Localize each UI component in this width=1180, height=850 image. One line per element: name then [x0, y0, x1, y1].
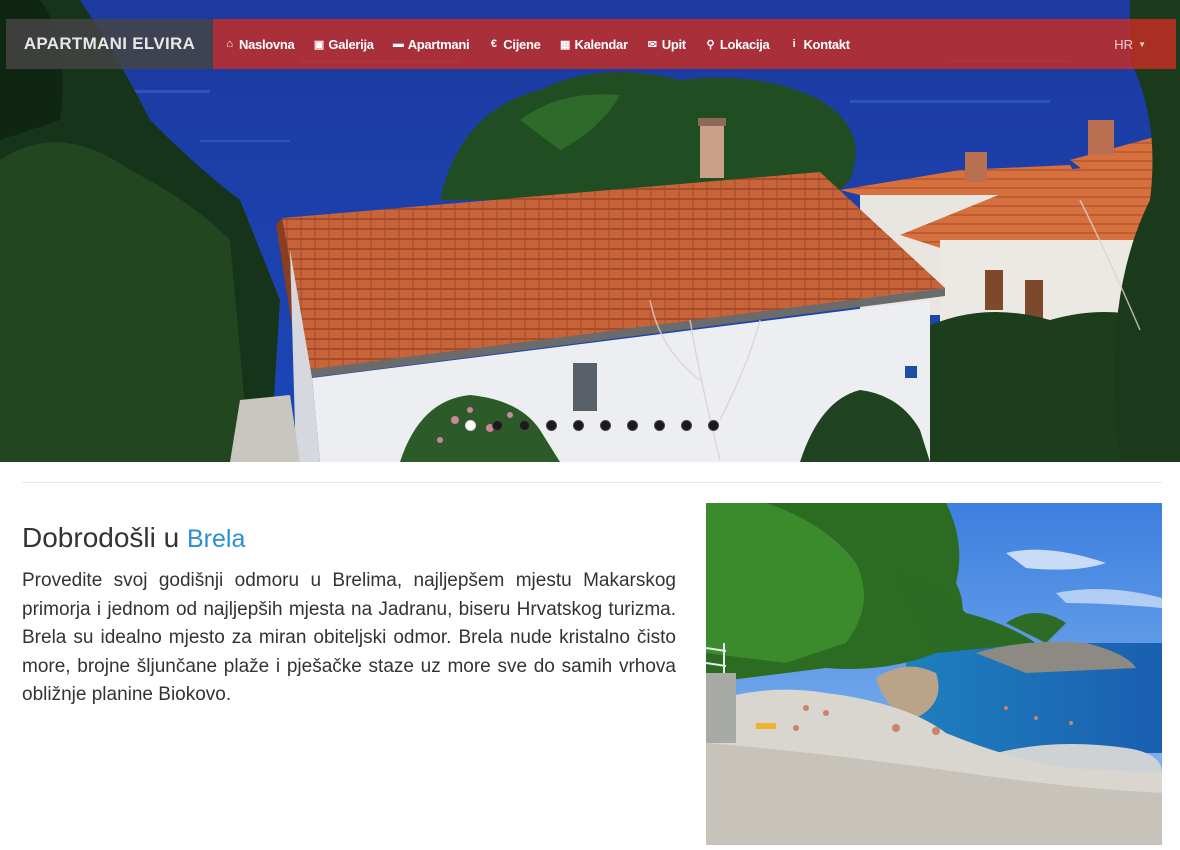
nav-item-lokacija[interactable]: ⚲ Lokacija	[704, 36, 770, 52]
welcome-heading-text: Dobrodošli u	[22, 522, 180, 553]
carousel-dot[interactable]	[573, 420, 584, 431]
carousel-dot[interactable]	[654, 420, 665, 431]
language-dropdown[interactable]: HR ▼	[1114, 19, 1146, 69]
nav-item-label: Cijene	[503, 36, 541, 52]
nav-item-naslovna[interactable]: ⌂ Naslovna	[223, 37, 294, 52]
nav-item-label: Galerija	[328, 36, 374, 52]
carousel-dot[interactable]	[708, 420, 719, 431]
carousel-dot[interactable]	[519, 420, 530, 431]
carousel-dot[interactable]	[465, 420, 476, 431]
nav-menu: ⌂ Naslovna ▣ Galerija ▬ Apartmani € Cije…	[213, 19, 1176, 69]
carousel-indicators	[465, 420, 719, 431]
hero-house-photo	[0, 0, 1180, 462]
section-divider	[22, 482, 1162, 483]
calendar-icon: ▦	[559, 38, 571, 51]
carousel-dot[interactable]	[492, 420, 503, 431]
home-icon: ⌂	[226, 38, 233, 50]
nav-item-label: Kontakt	[803, 36, 850, 52]
welcome-heading: Dobrodošli u Brela	[22, 522, 245, 554]
main-navbar: APARTMANI ELVIRA ⌂ Naslovna ▣ Galerija ▬…	[6, 19, 1176, 69]
beach-photo	[706, 503, 1162, 845]
nav-item-label: Upit	[661, 36, 686, 52]
hero-carousel[interactable]	[0, 0, 1180, 462]
carousel-dot[interactable]	[600, 420, 611, 431]
language-label: HR	[1114, 36, 1134, 52]
nav-item-kalendar[interactable]: ▦ Kalendar	[559, 37, 628, 52]
nav-item-cijene[interactable]: € Cijene	[487, 36, 541, 52]
intro-paragraph: Provedite svoj godišnji odmoru u Brelima…	[22, 570, 676, 705]
bed-icon: ▬	[392, 38, 404, 50]
image-icon: ▣	[313, 38, 324, 51]
nav-item-label: Kalendar	[574, 36, 629, 52]
carousel-dot[interactable]	[546, 420, 557, 431]
carousel-dot[interactable]	[681, 420, 692, 431]
nav-item-galerija[interactable]: ▣ Galerija	[312, 36, 374, 52]
caret-down-icon: ▼	[1138, 39, 1146, 49]
nav-item-apartmani[interactable]: ▬ Apartmani	[392, 37, 470, 52]
carousel-dot[interactable]	[627, 420, 638, 431]
nav-item-kontakt[interactable]: i Kontakt	[787, 36, 850, 52]
envelope-icon: ✉	[647, 38, 657, 51]
euro-icon: €	[490, 38, 497, 50]
brand-logo[interactable]: APARTMANI ELVIRA	[6, 19, 213, 69]
info-icon: i	[792, 38, 796, 50]
nav-item-upit[interactable]: ✉ Upit	[646, 37, 686, 52]
town-name: Brela	[186, 525, 246, 553]
map-marker-icon: ⚲	[706, 38, 715, 51]
nav-item-label: Lokacija	[719, 36, 770, 52]
nav-item-label: Naslovna	[239, 36, 295, 52]
nav-item-label: Apartmani	[407, 36, 470, 52]
